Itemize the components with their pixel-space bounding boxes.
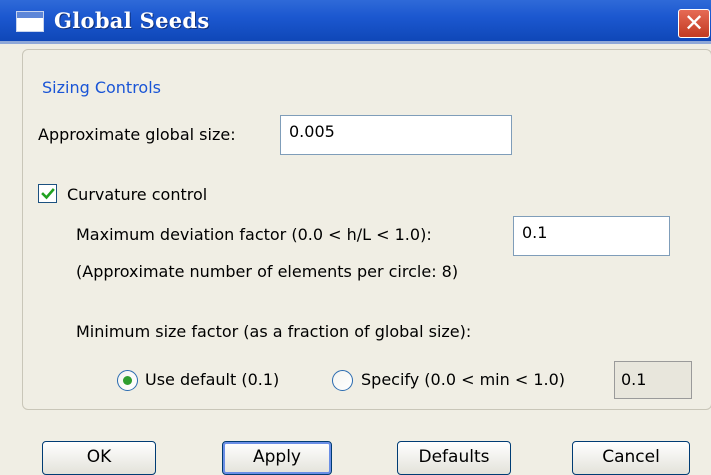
deviation-factor-label: Maximum deviation factor (0.0 < h/L < 1.…: [76, 225, 432, 244]
use-default-radio[interactable]: [117, 370, 138, 391]
use-default-label: Use default (0.1): [145, 370, 280, 389]
title-bar: Global Seeds ✕: [0, 0, 711, 44]
apply-button[interactable]: Apply: [222, 441, 332, 475]
global-size-input[interactable]: 0.005: [280, 115, 512, 155]
window-title: Global Seeds: [54, 8, 210, 33]
curvature-control-label: Curvature control: [67, 185, 208, 204]
deviation-factor-input[interactable]: 0.1: [513, 216, 670, 256]
checkmark-icon: [41, 188, 55, 200]
curvature-control-checkbox[interactable]: [38, 184, 57, 203]
ok-button[interactable]: OK: [42, 441, 156, 475]
elements-per-circle-note: (Approximate number of elements per circ…: [76, 262, 459, 281]
group-title: Sizing Controls: [36, 78, 167, 97]
specify-radio[interactable]: [332, 370, 353, 391]
specify-min-input[interactable]: 0.1: [614, 361, 692, 399]
cancel-button[interactable]: Cancel: [572, 441, 690, 475]
defaults-button[interactable]: Defaults: [397, 441, 511, 475]
window-icon: [16, 11, 44, 32]
specify-label: Specify (0.0 < min < 1.0): [361, 370, 566, 389]
min-size-factor-label: Minimum size factor (as a fraction of gl…: [76, 322, 472, 341]
global-size-label: Approximate global size:: [38, 125, 236, 144]
close-button[interactable]: ✕: [678, 9, 710, 38]
